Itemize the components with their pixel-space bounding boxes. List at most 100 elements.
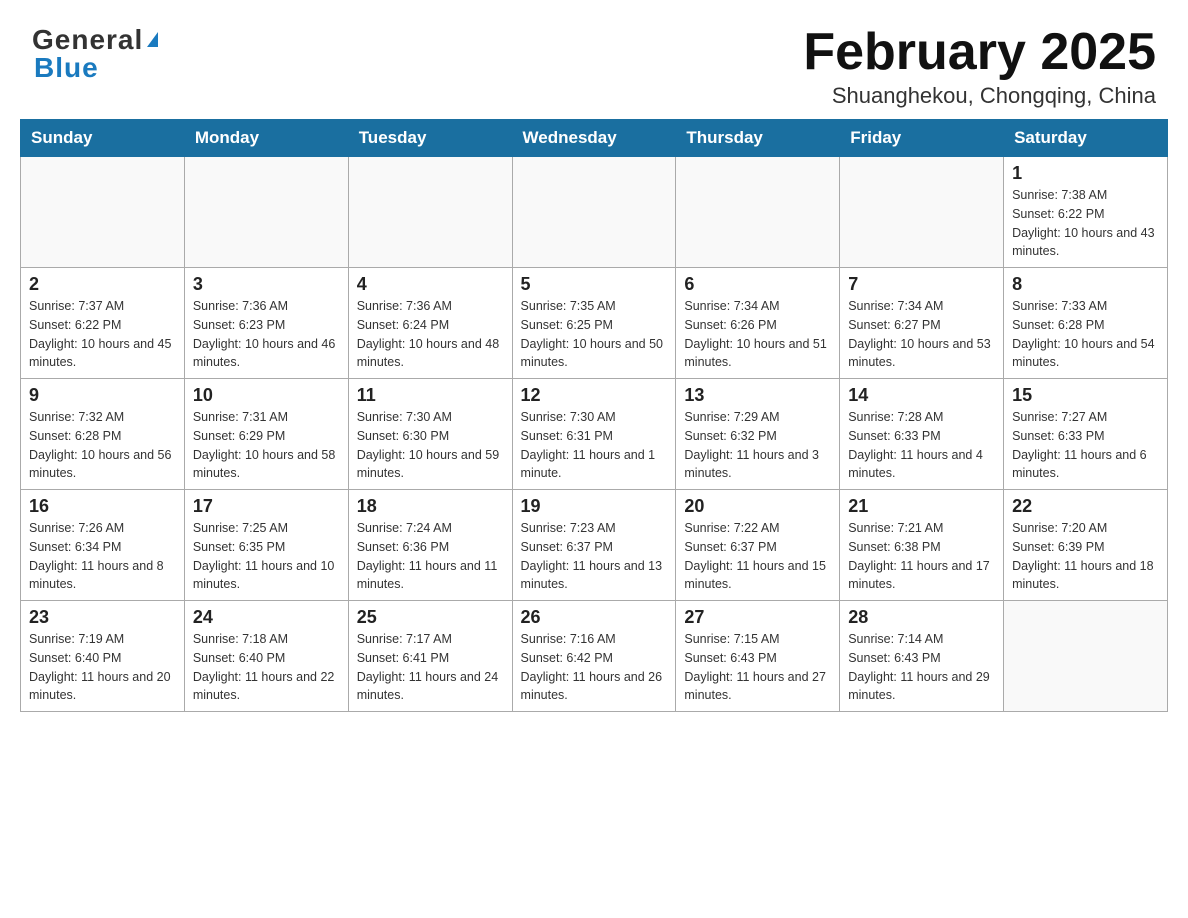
calendar-day-cell: 20Sunrise: 7:22 AMSunset: 6:37 PMDayligh… <box>676 490 840 601</box>
day-number: 28 <box>848 607 995 628</box>
calendar-day-cell <box>676 157 840 268</box>
day-number: 22 <box>1012 496 1159 517</box>
calendar-week-row: 23Sunrise: 7:19 AMSunset: 6:40 PMDayligh… <box>21 601 1168 712</box>
day-number: 24 <box>193 607 340 628</box>
day-number: 8 <box>1012 274 1159 295</box>
day-number: 9 <box>29 385 176 406</box>
calendar-day-cell: 13Sunrise: 7:29 AMSunset: 6:32 PMDayligh… <box>676 379 840 490</box>
day-number: 5 <box>521 274 668 295</box>
calendar-week-row: 9Sunrise: 7:32 AMSunset: 6:28 PMDaylight… <box>21 379 1168 490</box>
calendar-day-cell: 17Sunrise: 7:25 AMSunset: 6:35 PMDayligh… <box>184 490 348 601</box>
calendar-day-cell: 8Sunrise: 7:33 AMSunset: 6:28 PMDaylight… <box>1004 268 1168 379</box>
logo: General Blue <box>32 24 158 84</box>
day-number: 10 <box>193 385 340 406</box>
day-info: Sunrise: 7:14 AMSunset: 6:43 PMDaylight:… <box>848 630 995 705</box>
calendar-day-cell <box>1004 601 1168 712</box>
day-info: Sunrise: 7:36 AMSunset: 6:23 PMDaylight:… <box>193 297 340 372</box>
calendar-title: February 2025 <box>803 24 1156 81</box>
calendar-day-cell: 12Sunrise: 7:30 AMSunset: 6:31 PMDayligh… <box>512 379 676 490</box>
calendar-day-cell: 23Sunrise: 7:19 AMSunset: 6:40 PMDayligh… <box>21 601 185 712</box>
day-number: 13 <box>684 385 831 406</box>
day-info: Sunrise: 7:27 AMSunset: 6:33 PMDaylight:… <box>1012 408 1159 483</box>
calendar-day-cell: 22Sunrise: 7:20 AMSunset: 6:39 PMDayligh… <box>1004 490 1168 601</box>
day-number: 11 <box>357 385 504 406</box>
day-number: 12 <box>521 385 668 406</box>
calendar-day-cell: 16Sunrise: 7:26 AMSunset: 6:34 PMDayligh… <box>21 490 185 601</box>
day-info: Sunrise: 7:28 AMSunset: 6:33 PMDaylight:… <box>848 408 995 483</box>
day-info: Sunrise: 7:24 AMSunset: 6:36 PMDaylight:… <box>357 519 504 594</box>
calendar-day-cell: 7Sunrise: 7:34 AMSunset: 6:27 PMDaylight… <box>840 268 1004 379</box>
calendar-day-cell: 14Sunrise: 7:28 AMSunset: 6:33 PMDayligh… <box>840 379 1004 490</box>
day-number: 18 <box>357 496 504 517</box>
calendar-day-header: Saturday <box>1004 120 1168 157</box>
day-info: Sunrise: 7:31 AMSunset: 6:29 PMDaylight:… <box>193 408 340 483</box>
calendar-day-header: Wednesday <box>512 120 676 157</box>
calendar-day-cell: 6Sunrise: 7:34 AMSunset: 6:26 PMDaylight… <box>676 268 840 379</box>
day-number: 6 <box>684 274 831 295</box>
day-number: 2 <box>29 274 176 295</box>
calendar-subtitle: Shuanghekou, Chongqing, China <box>803 83 1156 109</box>
calendar-day-cell: 21Sunrise: 7:21 AMSunset: 6:38 PMDayligh… <box>840 490 1004 601</box>
day-number: 23 <box>29 607 176 628</box>
calendar-day-cell: 3Sunrise: 7:36 AMSunset: 6:23 PMDaylight… <box>184 268 348 379</box>
calendar-day-cell: 28Sunrise: 7:14 AMSunset: 6:43 PMDayligh… <box>840 601 1004 712</box>
day-number: 21 <box>848 496 995 517</box>
day-info: Sunrise: 7:17 AMSunset: 6:41 PMDaylight:… <box>357 630 504 705</box>
calendar-week-row: 2Sunrise: 7:37 AMSunset: 6:22 PMDaylight… <box>21 268 1168 379</box>
calendar-header-row: SundayMondayTuesdayWednesdayThursdayFrid… <box>21 120 1168 157</box>
calendar-day-cell: 11Sunrise: 7:30 AMSunset: 6:30 PMDayligh… <box>348 379 512 490</box>
day-info: Sunrise: 7:20 AMSunset: 6:39 PMDaylight:… <box>1012 519 1159 594</box>
calendar-day-cell: 9Sunrise: 7:32 AMSunset: 6:28 PMDaylight… <box>21 379 185 490</box>
calendar-day-cell: 27Sunrise: 7:15 AMSunset: 6:43 PMDayligh… <box>676 601 840 712</box>
day-info: Sunrise: 7:38 AMSunset: 6:22 PMDaylight:… <box>1012 186 1159 261</box>
day-number: 16 <box>29 496 176 517</box>
day-info: Sunrise: 7:34 AMSunset: 6:27 PMDaylight:… <box>848 297 995 372</box>
day-number: 19 <box>521 496 668 517</box>
day-info: Sunrise: 7:16 AMSunset: 6:42 PMDaylight:… <box>521 630 668 705</box>
day-info: Sunrise: 7:36 AMSunset: 6:24 PMDaylight:… <box>357 297 504 372</box>
calendar-day-cell <box>512 157 676 268</box>
calendar-day-header: Thursday <box>676 120 840 157</box>
day-info: Sunrise: 7:21 AMSunset: 6:38 PMDaylight:… <box>848 519 995 594</box>
day-info: Sunrise: 7:37 AMSunset: 6:22 PMDaylight:… <box>29 297 176 372</box>
logo-triangle-icon <box>147 32 158 47</box>
day-number: 3 <box>193 274 340 295</box>
calendar-day-header: Sunday <box>21 120 185 157</box>
calendar-day-cell: 2Sunrise: 7:37 AMSunset: 6:22 PMDaylight… <box>21 268 185 379</box>
day-number: 15 <box>1012 385 1159 406</box>
calendar-day-header: Friday <box>840 120 1004 157</box>
calendar-day-cell <box>184 157 348 268</box>
day-number: 7 <box>848 274 995 295</box>
day-number: 14 <box>848 385 995 406</box>
day-info: Sunrise: 7:30 AMSunset: 6:30 PMDaylight:… <box>357 408 504 483</box>
day-number: 26 <box>521 607 668 628</box>
day-info: Sunrise: 7:18 AMSunset: 6:40 PMDaylight:… <box>193 630 340 705</box>
calendar-day-cell: 5Sunrise: 7:35 AMSunset: 6:25 PMDaylight… <box>512 268 676 379</box>
day-info: Sunrise: 7:26 AMSunset: 6:34 PMDaylight:… <box>29 519 176 594</box>
day-info: Sunrise: 7:32 AMSunset: 6:28 PMDaylight:… <box>29 408 176 483</box>
calendar-table: SundayMondayTuesdayWednesdayThursdayFrid… <box>20 119 1168 712</box>
calendar-day-cell: 25Sunrise: 7:17 AMSunset: 6:41 PMDayligh… <box>348 601 512 712</box>
calendar-day-cell: 1Sunrise: 7:38 AMSunset: 6:22 PMDaylight… <box>1004 157 1168 268</box>
calendar-day-cell: 19Sunrise: 7:23 AMSunset: 6:37 PMDayligh… <box>512 490 676 601</box>
calendar-day-cell <box>840 157 1004 268</box>
calendar-day-header: Tuesday <box>348 120 512 157</box>
calendar-week-row: 16Sunrise: 7:26 AMSunset: 6:34 PMDayligh… <box>21 490 1168 601</box>
calendar-day-cell: 26Sunrise: 7:16 AMSunset: 6:42 PMDayligh… <box>512 601 676 712</box>
day-info: Sunrise: 7:34 AMSunset: 6:26 PMDaylight:… <box>684 297 831 372</box>
day-info: Sunrise: 7:15 AMSunset: 6:43 PMDaylight:… <box>684 630 831 705</box>
day-info: Sunrise: 7:23 AMSunset: 6:37 PMDaylight:… <box>521 519 668 594</box>
day-number: 25 <box>357 607 504 628</box>
day-number: 17 <box>193 496 340 517</box>
day-number: 27 <box>684 607 831 628</box>
day-number: 4 <box>357 274 504 295</box>
day-number: 20 <box>684 496 831 517</box>
day-info: Sunrise: 7:25 AMSunset: 6:35 PMDaylight:… <box>193 519 340 594</box>
day-number: 1 <box>1012 163 1159 184</box>
calendar-day-cell: 15Sunrise: 7:27 AMSunset: 6:33 PMDayligh… <box>1004 379 1168 490</box>
logo-blue-text: Blue <box>34 52 99 84</box>
calendar-day-cell: 18Sunrise: 7:24 AMSunset: 6:36 PMDayligh… <box>348 490 512 601</box>
day-info: Sunrise: 7:19 AMSunset: 6:40 PMDaylight:… <box>29 630 176 705</box>
calendar-day-cell: 24Sunrise: 7:18 AMSunset: 6:40 PMDayligh… <box>184 601 348 712</box>
calendar-title-block: February 2025 Shuanghekou, Chongqing, Ch… <box>803 24 1156 109</box>
